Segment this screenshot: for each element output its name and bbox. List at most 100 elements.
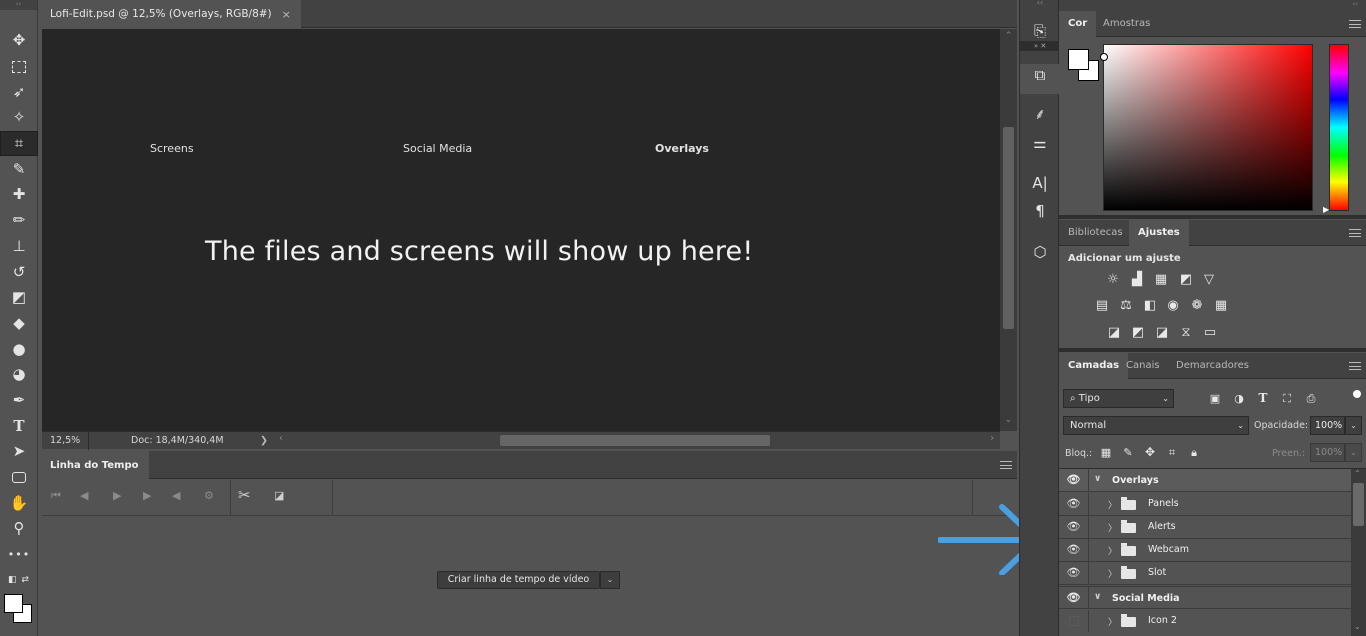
panel-collapse-icon[interactable]: ›› (0, 0, 37, 10)
magic-wand-tool-icon[interactable]: ✧ (0, 105, 38, 131)
tab-channels[interactable]: Canais (1117, 353, 1169, 379)
chevron-down-icon[interactable]: ⌄ (1345, 443, 1362, 462)
scroll-left-icon[interactable]: ‹ (279, 433, 283, 444)
chevron-right-icon[interactable]: 〉 (1108, 544, 1117, 557)
healing-brush-tool-icon[interactable]: ✚ (0, 182, 38, 208)
color-field[interactable] (1100, 44, 1313, 211)
filter-adjustment-icon[interactable]: ◑ (1230, 391, 1248, 406)
chevron-down-icon[interactable]: ⌄ (600, 571, 620, 589)
brush-tool-icon[interactable]: ✏ (0, 208, 38, 234)
hand-tool-icon[interactable]: ✋ (0, 490, 38, 516)
scroll-down-icon[interactable]: ⌄ (1354, 622, 1361, 631)
foreground-color-swatch[interactable] (4, 594, 23, 613)
history-brush-tool-icon[interactable]: ↺ (0, 259, 38, 285)
scroll-up-icon[interactable]: ⌃ (1000, 31, 1017, 41)
layer-filter-select[interactable]: ⌕ Tipo ⌄ (1063, 389, 1174, 408)
levels-icon[interactable]: ▟ (1128, 272, 1146, 287)
tab-paths[interactable]: Demarcadores (1167, 353, 1258, 379)
threshold-icon[interactable]: ◪ (1153, 325, 1171, 340)
hue-slider[interactable]: ▶ (1323, 44, 1349, 214)
gradient-map-icon[interactable]: ▭ (1201, 325, 1219, 340)
filter-shape-icon[interactable]: ⛶ (1278, 391, 1296, 406)
visibility-eye-icon[interactable]: 👁︎ (1059, 562, 1089, 584)
lock-position-icon[interactable]: ✥ (1141, 445, 1159, 460)
chevron-right-icon[interactable]: 〉 (1108, 498, 1117, 511)
marquee-tool-icon[interactable] (0, 54, 38, 80)
selective-color-icon[interactable]: ⧖ (1177, 325, 1195, 340)
lock-transparent-icon[interactable]: ▦ (1097, 445, 1115, 460)
brightness-icon[interactable]: ☼ (1104, 272, 1122, 287)
chevron-down-icon[interactable]: ∨ (1094, 474, 1101, 484)
color-swatches[interactable] (4, 594, 34, 624)
lock-image-icon[interactable]: ✎ (1119, 445, 1137, 460)
zoom-tool-icon[interactable]: ⚲ (0, 516, 38, 542)
scroll-thumb[interactable] (1003, 127, 1014, 329)
visibility-eye-icon[interactable]: 👁︎ (1059, 539, 1089, 561)
zoom-level[interactable]: 12,5% (42, 431, 89, 450)
visibility-toggle[interactable] (1059, 610, 1089, 632)
chevron-right-icon[interactable]: 〉 (1108, 521, 1117, 534)
more-tools-icon[interactable]: ••• (0, 542, 38, 568)
pen-tool-icon[interactable]: ✒ (0, 388, 38, 414)
layers-scrollbar[interactable]: ⌃ ⌄ (1351, 469, 1366, 636)
scroll-down-icon[interactable]: ⌄ (1000, 415, 1017, 425)
move-tool-icon[interactable]: ✥ (0, 28, 38, 54)
close-icon[interactable]: × (282, 8, 291, 21)
play-icon[interactable]: ▶︎ (113, 489, 121, 502)
paragraph-panel-icon[interactable]: ¶ (1020, 202, 1060, 220)
settings-gear-icon[interactable]: ⚙ (204, 489, 214, 502)
visibility-eye-icon[interactable]: 👁︎ (1059, 516, 1089, 538)
layer-row[interactable]: 👁︎ ∨ Social Media (1059, 586, 1351, 609)
scroll-up-icon[interactable]: ⌃ (1354, 469, 1361, 478)
color-lookup-icon[interactable]: ▦ (1212, 298, 1230, 313)
layer-row[interactable]: 👁︎ 〉 Alerts (1059, 516, 1351, 539)
chevron-right-icon[interactable]: ❯ (260, 435, 268, 446)
paint-bucket-tool-icon[interactable]: ◆ (0, 311, 38, 337)
lock-artboard-icon[interactable]: ⌗ (1163, 445, 1181, 460)
layer-row[interactable]: 👁︎ 〉 Slot (1059, 562, 1351, 585)
visibility-eye-icon[interactable]: 👁︎ (1059, 493, 1089, 515)
blend-mode-select[interactable]: Normal ⌄ (1063, 416, 1249, 435)
layer-row[interactable]: 👁︎ 〉 Webcam (1059, 539, 1351, 562)
layer-row[interactable]: 👁︎ ∨ Overlays (1059, 469, 1351, 492)
lock-all-icon[interactable]: 🔒︎ (1185, 445, 1203, 460)
type-tool-icon[interactable]: T (0, 413, 38, 439)
brush-settings-icon[interactable]: ⚌ (1020, 134, 1060, 152)
tab-libraries[interactable]: Bibliotecas (1059, 220, 1132, 246)
hue-saturation-icon[interactable]: ▤ (1093, 298, 1111, 313)
properties-panel-icon[interactable]: ⧉ (1020, 64, 1060, 94)
color-menu-icon[interactable] (1349, 20, 1361, 28)
history-panel-icon[interactable]: ⎘ (1020, 22, 1060, 40)
first-frame-icon[interactable]: ⏮ (51, 489, 61, 503)
next-frame-icon[interactable]: ▶︎ (143, 489, 151, 502)
canvas-vertical-scrollbar[interactable]: ⌃ ⌄ (1000, 29, 1017, 431)
visibility-eye-icon[interactable]: 👁︎ (1059, 587, 1089, 609)
document-canvas[interactable]: Screens Social Media Overlays The files … (42, 29, 1000, 431)
brushes-panel-icon[interactable]: ⸙ (1020, 104, 1060, 124)
previous-frame-icon[interactable]: ◀︎ (80, 489, 88, 502)
character-panel-icon[interactable]: A| (1020, 174, 1060, 192)
layer-row[interactable]: 〉 Icon 2 (1059, 610, 1351, 636)
transition-icon[interactable]: ◪ (274, 489, 284, 502)
fill-field[interactable]: 100% (1310, 443, 1345, 462)
curves-icon[interactable]: ▦ (1152, 272, 1170, 287)
layers-menu-icon[interactable] (1349, 362, 1361, 370)
tab-swatches[interactable]: Amostras (1094, 11, 1159, 37)
chevron-right-icon[interactable]: 〉 (1108, 615, 1117, 628)
stamp-tool-icon[interactable]: ⊥ (0, 234, 38, 260)
3d-panel-icon[interactable]: ⬡ (1020, 243, 1060, 261)
adjust-menu-icon[interactable] (1349, 229, 1361, 237)
tab-color[interactable]: Cor (1059, 11, 1097, 37)
canvas-horizontal-scrollbar[interactable]: ‹ › (279, 433, 1000, 448)
filter-toggle-icon[interactable] (1353, 390, 1361, 398)
scroll-right-icon[interactable]: › (990, 433, 994, 444)
shape-tool-icon[interactable] (0, 465, 38, 491)
invert-icon[interactable]: ◪ (1105, 325, 1123, 340)
split-scissors-icon[interactable]: ✂ (238, 486, 251, 504)
filter-type-icon[interactable]: T (1254, 391, 1272, 406)
path-selection-tool-icon[interactable]: ➤ (0, 439, 38, 465)
tab-timeline[interactable]: Linha do Tempo (40, 451, 149, 479)
layers-scroll-thumb[interactable] (1353, 483, 1364, 526)
vibrance-icon[interactable]: ▽ (1200, 272, 1218, 287)
crop-tool-icon[interactable]: ⌗ (0, 130, 38, 157)
